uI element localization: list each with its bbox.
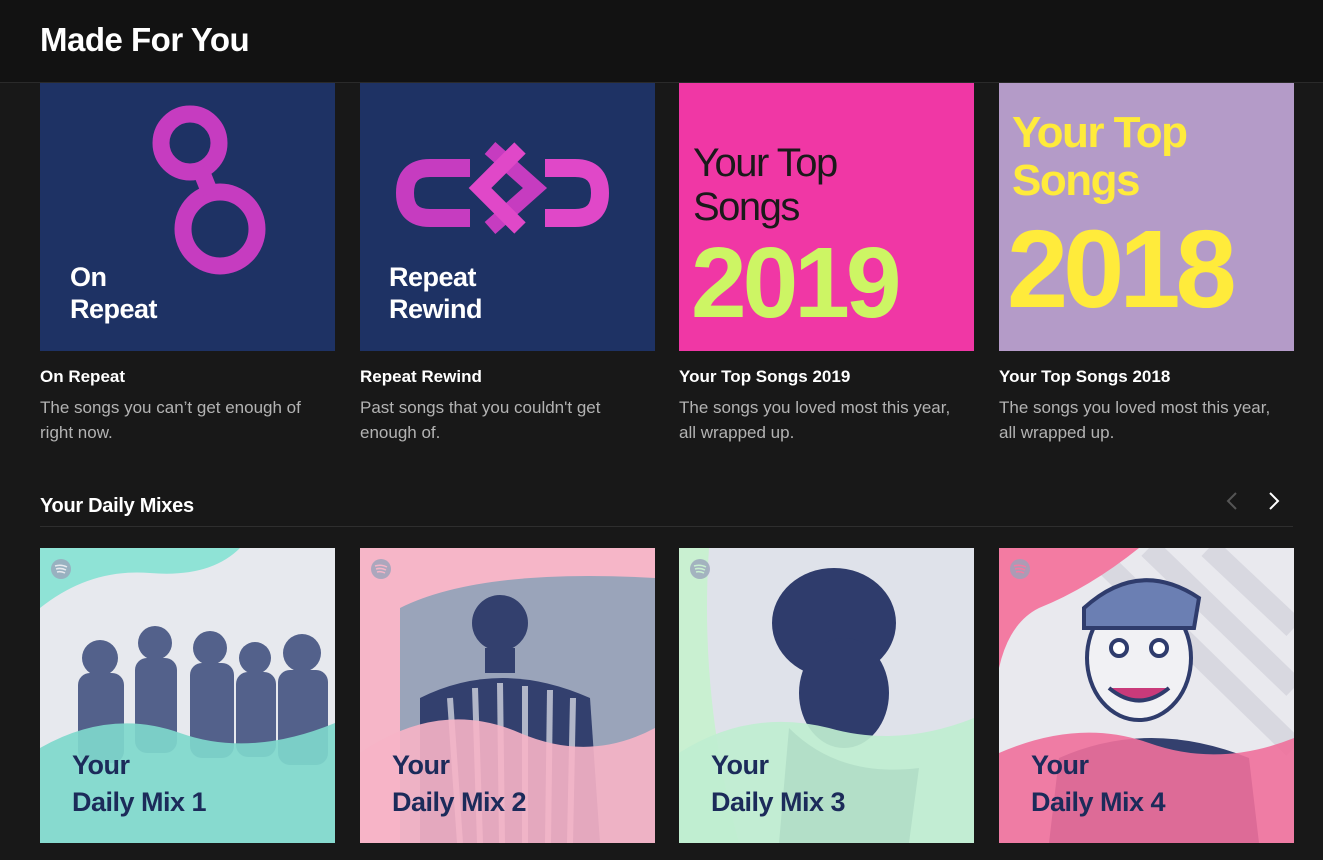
daily-mix-label: Your Daily Mix 3	[711, 747, 846, 821]
cover-year: 2019	[691, 227, 901, 339]
cover-title-line2: Songs	[693, 185, 800, 229]
daily-mix-label-line1: Your	[72, 750, 130, 780]
daily-mix-card-4[interactable]: Your Daily Mix 4	[999, 548, 1294, 843]
spotify-logo-icon	[1010, 559, 1030, 579]
playlist-cover[interactable]: On Repeat	[40, 83, 335, 351]
section-divider	[40, 526, 1293, 527]
daily-mix-label-line2: Daily Mix 3	[711, 787, 846, 817]
playlist-description: The songs you can’t get enough of right …	[40, 398, 301, 442]
chevron-right-icon[interactable]	[1261, 488, 1287, 514]
playlist-title[interactable]: On Repeat	[40, 367, 125, 387]
playlist-card-repeat-rewind[interactable]: Repeat Rewind Repeat Rewind Past songs t…	[360, 83, 655, 442]
cover-title-line1: On	[70, 262, 107, 292]
spotify-logo-icon	[371, 559, 391, 579]
playlist-cover[interactable]: Repeat Rewind	[360, 83, 655, 351]
cover-title-line1: Your Top	[693, 141, 838, 185]
cover-year: 2018	[1007, 208, 1237, 331]
playlist-card-top-songs-2019[interactable]: Your Top Songs 2019 Your Top Songs 2019 …	[679, 83, 974, 442]
playlist-card-top-songs-2018[interactable]: Your Top Songs 2018 Your Top Songs 2018 …	[999, 83, 1294, 442]
cover-title-line1: Repeat	[389, 262, 477, 292]
cover-title-line2: Songs	[1012, 156, 1140, 205]
daily-mix-label-line1: Your	[1031, 750, 1089, 780]
chevron-left-icon[interactable]	[1219, 488, 1245, 514]
playlist-cover[interactable]: Your Top Songs 2019	[679, 83, 974, 351]
playlist-card-on-repeat[interactable]: On Repeat On Repeat The songs you can’t …	[40, 83, 335, 442]
playlist-cover[interactable]: Your Top Songs 2018	[999, 83, 1294, 351]
daily-mix-card-2[interactable]: Your Daily Mix 2	[360, 548, 655, 843]
daily-mix-label: Your Daily Mix 1	[72, 747, 207, 821]
daily-mix-label-line1: Your	[392, 750, 450, 780]
cover-title-line2: Rewind	[389, 294, 483, 324]
daily-mix-label-line1: Your	[711, 750, 769, 780]
cover-title-line1: Your Top	[1012, 108, 1188, 157]
playlist-title[interactable]: Your Top Songs 2019	[679, 367, 850, 387]
playlist-title[interactable]: Repeat Rewind	[360, 367, 482, 387]
cover-title-line2: Repeat	[70, 294, 158, 324]
daily-mix-label: Your Daily Mix 4	[1031, 747, 1166, 821]
daily-mix-card-1[interactable]: Your Daily Mix 1	[40, 548, 335, 843]
playlist-description: Past songs that you couldn't get enough …	[360, 398, 601, 442]
spotify-logo-icon	[690, 559, 710, 579]
main-content: On Repeat On Repeat The songs you can’t …	[0, 83, 1323, 860]
page-header: Made For You	[0, 0, 1323, 83]
playlist-title[interactable]: Your Top Songs 2018	[999, 367, 1170, 387]
daily-mix-label: Your Daily Mix 2	[392, 747, 527, 821]
page-title: Made For You	[40, 21, 250, 58]
daily-mix-label-line2: Daily Mix 1	[72, 787, 207, 817]
playlist-description: The songs you loved most this year, all …	[679, 398, 951, 442]
daily-mix-card-3[interactable]: Your Daily Mix 3	[679, 548, 974, 843]
section-title[interactable]: Your Daily Mixes	[40, 495, 194, 518]
playlist-description: The songs you loved most this year, all …	[999, 398, 1271, 442]
spotify-logo-icon	[51, 559, 71, 579]
daily-mix-label-line2: Daily Mix 4	[1031, 787, 1166, 817]
daily-mix-label-line2: Daily Mix 2	[392, 787, 527, 817]
